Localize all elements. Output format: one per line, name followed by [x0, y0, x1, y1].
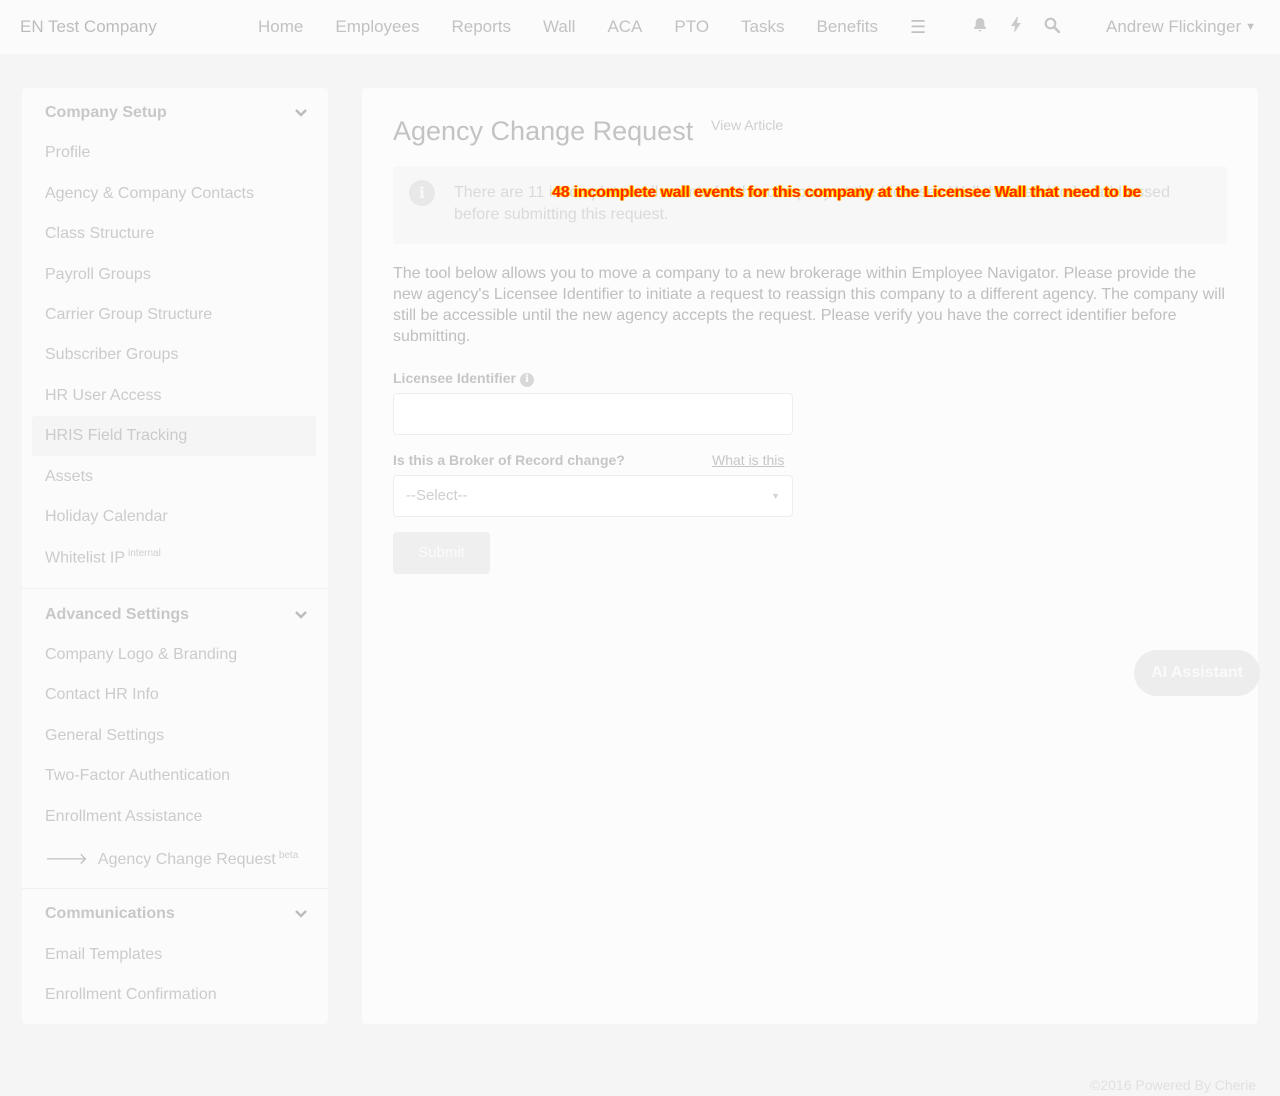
licensee-identifier-label: Licensee Identifier i: [393, 370, 534, 387]
ai-assistant-button[interactable]: AI Assistant: [1134, 650, 1260, 696]
bell-icon[interactable]: [962, 17, 998, 38]
section-title: Communications: [45, 905, 175, 922]
sidebar-item-holiday-calendar[interactable]: Holiday Calendar: [45, 508, 168, 526]
section-company-setup[interactable]: Company Setup: [45, 104, 307, 122]
sidebar-item-enrollment-assistance[interactable]: Enrollment Assistance: [45, 808, 202, 826]
sidebar-item-logo-branding[interactable]: Company Logo & Branding: [45, 646, 237, 664]
nav-pto[interactable]: PTO: [658, 17, 725, 37]
footer-text: ©2016 Powered By Cherie: [1090, 1077, 1256, 1093]
section-advanced-settings[interactable]: Advanced Settings: [45, 606, 307, 624]
section-communications[interactable]: Communications: [45, 905, 307, 923]
section-title: Company Setup: [45, 104, 167, 121]
section-title: Advanced Settings: [45, 606, 190, 623]
bolt-icon[interactable]: [998, 16, 1034, 38]
sidebar-item-contact-hr-info[interactable]: Contact HR Info: [45, 686, 159, 704]
licensee-identifier-input[interactable]: [393, 393, 793, 435]
label-text: Licensee Identifier: [393, 370, 516, 386]
info-alert: i There are 11 incomplete wall events fo…: [393, 166, 1227, 244]
sidebar-item-two-factor-auth[interactable]: Two-Factor Authentication: [45, 767, 230, 785]
sidebar-item-label: Agency Change Request: [97, 851, 276, 868]
page-title: Agency Change Request: [393, 116, 694, 146]
wall-events-overlay: 48 incomplete wall events for this compa…: [552, 184, 1142, 201]
nav-reports[interactable]: Reports: [435, 17, 527, 37]
arrow-right-icon: 🡒: [45, 851, 88, 868]
settings-sidebar: Company Setup Profile Agency & Company C…: [22, 88, 328, 1024]
sidebar-item-payroll-groups[interactable]: Payroll Groups: [45, 266, 151, 284]
sidebar-item-general-settings[interactable]: General Settings: [45, 727, 164, 745]
what-is-this-link[interactable]: What is this: [712, 452, 784, 468]
section-divider: [22, 888, 328, 889]
section-divider: [22, 588, 328, 589]
sidebar-item-label: Whitelist IP: [45, 549, 126, 567]
info-icon: i: [409, 180, 435, 206]
caret-down-icon: ▼: [1245, 21, 1256, 33]
nav-employees[interactable]: Employees: [319, 17, 435, 37]
main-panel: Agency Change Request View Article i The…: [362, 88, 1258, 1024]
broker-of-record-label: Is this a Broker of Record change?: [393, 452, 625, 468]
chevron-down-icon: [295, 907, 307, 921]
sidebar-item-subscriber-groups[interactable]: Subscriber Groups: [45, 346, 178, 364]
select-value: --Select--: [406, 487, 468, 504]
nav-benefits[interactable]: Benefits: [801, 17, 894, 37]
beta-badge: beta: [278, 849, 299, 861]
sidebar-item-hris-field-tracking[interactable]: HRIS Field Tracking: [45, 427, 187, 445]
dropdown-arrow-icon: ▼: [771, 491, 780, 501]
chevron-down-icon: [295, 106, 307, 120]
sidebar-item-carrier-group-structure[interactable]: Carrier Group Structure: [45, 306, 212, 324]
chevron-down-icon: [295, 608, 307, 622]
user-name: Andrew Flickinger: [1106, 17, 1242, 36]
view-article-link[interactable]: View Article: [711, 117, 783, 133]
sidebar-item-email-templates[interactable]: Email Templates: [45, 946, 162, 964]
broker-of-record-select[interactable]: --Select-- ▼: [393, 475, 793, 517]
sidebar-item-assets[interactable]: Assets: [45, 468, 93, 486]
sidebar-item-whitelist-ip[interactable]: Whitelist IP internal: [45, 548, 161, 567]
sidebar-item-class-structure[interactable]: Class Structure: [45, 225, 154, 243]
nav-aca[interactable]: ACA: [591, 17, 658, 37]
hamburger-icon[interactable]: ☰: [894, 17, 942, 38]
description-text: The tool below allows you to move a comp…: [393, 265, 1225, 345]
sidebar-item-profile[interactable]: Profile: [45, 144, 90, 162]
nav-home[interactable]: Home: [242, 17, 319, 37]
submit-button[interactable]: Submit: [393, 532, 490, 574]
top-navbar: EN Test Company Home Employees Reports W…: [0, 0, 1280, 54]
sidebar-item-hr-user-access[interactable]: HR User Access: [45, 387, 161, 405]
nav-tasks[interactable]: Tasks: [725, 17, 800, 37]
sidebar-item-agency-change-request[interactable]: 🡒 Agency Change Request beta: [45, 848, 298, 869]
info-icon[interactable]: i: [519, 373, 534, 387]
main-nav: Home Employees Reports Wall ACA PTO Task…: [242, 0, 942, 54]
company-brand[interactable]: EN Test Company: [20, 17, 157, 37]
sidebar-item-enrollment-confirmation[interactable]: Enrollment Confirmation: [45, 986, 217, 1004]
internal-badge: internal: [128, 548, 161, 559]
nav-wall[interactable]: Wall: [527, 17, 591, 37]
user-menu[interactable]: Andrew Flickinger ▼: [1106, 17, 1256, 37]
search-icon[interactable]: [1034, 17, 1070, 38]
sidebar-item-agency-contacts[interactable]: Agency & Company Contacts: [45, 185, 254, 203]
header-icons: [962, 0, 1070, 54]
